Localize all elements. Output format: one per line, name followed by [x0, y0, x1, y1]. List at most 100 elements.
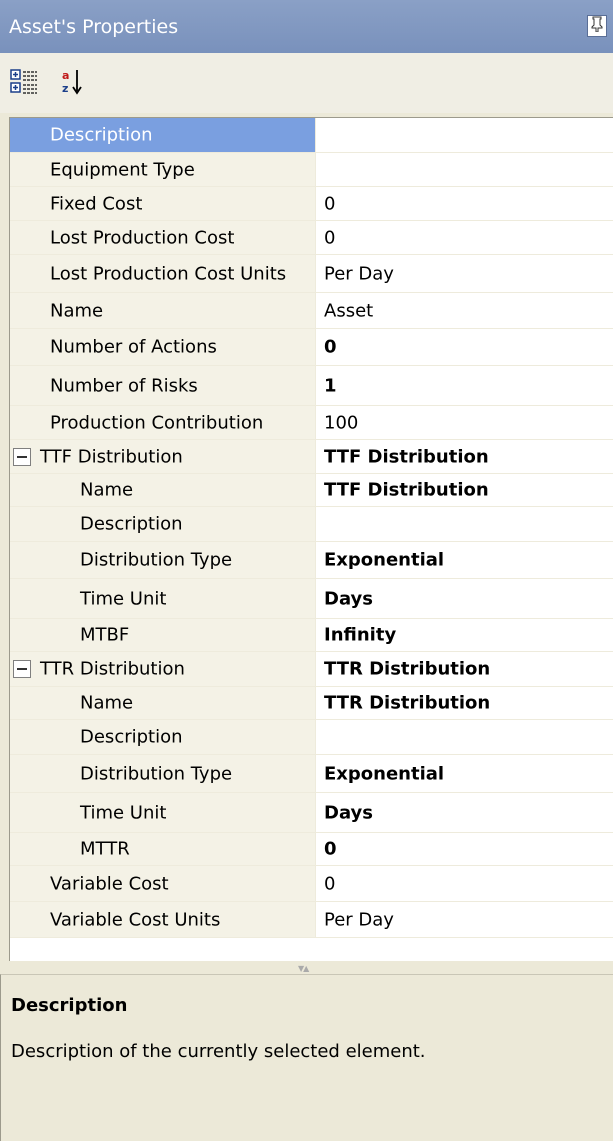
property-row[interactable]: Description — [10, 118, 613, 153]
property-name-cell[interactable]: Description — [10, 720, 316, 754]
property-label: Fixed Cost — [50, 193, 143, 214]
property-name-cell[interactable]: MTBF — [10, 619, 316, 651]
categorized-view-button[interactable] — [9, 66, 39, 98]
property-row[interactable]: MTBF Infinity — [10, 619, 613, 652]
property-row[interactable]: Equipment Type — [10, 153, 613, 187]
property-name-cell[interactable]: Lost Production Cost Units — [10, 255, 316, 292]
property-value-cell[interactable] — [316, 507, 613, 541]
property-value: Per Day — [324, 263, 394, 284]
property-value-cell[interactable]: Exponential — [316, 755, 613, 792]
property-row[interactable]: Production Contribution 100 — [10, 406, 613, 440]
property-label: Description — [80, 726, 183, 748]
description-panel: Description Description of the currently… — [0, 974, 613, 1141]
property-value: Asset — [324, 300, 374, 321]
property-label: Lost Production Cost — [50, 227, 235, 248]
property-row[interactable]: Distribution Type Exponential — [10, 542, 613, 579]
property-value-cell[interactable]: Exponential — [316, 542, 613, 578]
property-name-cell[interactable]: MTTR — [10, 833, 316, 865]
property-name-cell[interactable]: Variable Cost Units — [10, 902, 316, 937]
property-name-cell[interactable]: Name — [10, 687, 316, 719]
property-value-cell[interactable] — [316, 720, 613, 754]
property-row[interactable]: MTTR 0 — [10, 833, 613, 866]
splitter-grip-icon: ▼▲ — [298, 964, 309, 973]
property-row[interactable]: TTF Distribution TTF Distribution — [10, 440, 613, 474]
property-value-cell[interactable]: 1 — [316, 366, 613, 405]
property-row[interactable]: Lost Production Cost 0 — [10, 221, 613, 255]
collapse-icon[interactable] — [13, 447, 31, 466]
property-value-cell[interactable]: 0 — [316, 833, 613, 865]
property-label: MTTR — [80, 838, 130, 860]
property-row[interactable]: Time Unit Days — [10, 793, 613, 833]
property-toolbar: a z — [0, 53, 613, 113]
property-value: 0 — [324, 336, 337, 358]
property-label: Name — [50, 300, 104, 321]
description-title: Description — [11, 995, 128, 1016]
property-row[interactable]: Variable Cost Units Per Day — [10, 902, 613, 938]
property-row[interactable]: Time Unit Days — [10, 579, 613, 619]
property-row[interactable]: Description — [10, 720, 613, 755]
property-row[interactable]: Distribution Type Exponential — [10, 755, 613, 793]
property-name-cell[interactable]: Number of Actions — [10, 329, 316, 365]
property-value: 0 — [324, 227, 336, 248]
property-value-cell[interactable] — [316, 118, 613, 152]
property-name-cell[interactable]: Variable Cost — [10, 866, 316, 901]
property-row[interactable]: Number of Risks 1 — [10, 366, 613, 406]
property-row[interactable]: Description — [10, 507, 613, 542]
property-name-cell[interactable]: Name — [10, 293, 316, 328]
property-name-cell[interactable]: TTR Distribution — [10, 652, 316, 686]
property-value-cell[interactable] — [316, 153, 613, 186]
panel-splitter[interactable]: ▼▲ — [0, 961, 613, 974]
property-value: Days — [324, 588, 373, 609]
property-value-cell[interactable]: 0 — [316, 329, 613, 365]
svg-text:z: z — [62, 82, 68, 95]
property-row[interactable]: Fixed Cost 0 — [10, 187, 613, 221]
property-label: Variable Cost Units — [50, 909, 221, 930]
property-label: TTR Distribution — [40, 658, 185, 680]
property-value: 100 — [324, 412, 359, 433]
alphabetical-sort-button[interactable]: a z — [60, 66, 90, 98]
property-name-cell[interactable]: Distribution Type — [10, 542, 316, 578]
property-name-cell[interactable]: Description — [10, 118, 316, 152]
property-value: TTR Distribution — [324, 692, 491, 714]
property-name-cell[interactable]: Equipment Type — [10, 153, 316, 186]
property-value-cell[interactable]: TTR Distribution — [316, 687, 613, 719]
property-name-cell[interactable]: TTF Distribution — [10, 440, 316, 473]
property-value-cell[interactable]: Days — [316, 793, 613, 832]
property-value: Days — [324, 802, 373, 823]
collapse-icon[interactable] — [13, 660, 31, 678]
property-value-cell[interactable]: TTF Distribution — [316, 440, 613, 473]
property-label: Equipment Type — [50, 159, 195, 180]
property-label: Distribution Type — [80, 763, 233, 784]
property-row[interactable]: TTR Distribution TTR Distribution — [10, 652, 613, 687]
property-value-cell[interactable]: Per Day — [316, 255, 613, 292]
property-row[interactable]: Name TTR Distribution — [10, 687, 613, 720]
property-row[interactable]: Variable Cost 0 — [10, 866, 613, 902]
property-name-cell[interactable]: Distribution Type — [10, 755, 316, 792]
property-value-cell[interactable]: Infinity — [316, 619, 613, 651]
property-name-cell[interactable]: Production Contribution — [10, 406, 316, 439]
property-value: TTF Distribution — [324, 446, 489, 467]
property-name-cell[interactable]: Number of Risks — [10, 366, 316, 405]
property-value-cell[interactable]: Per Day — [316, 902, 613, 937]
property-value-cell[interactable]: Days — [316, 579, 613, 618]
property-row[interactable]: Number of Actions 0 — [10, 329, 613, 366]
property-row[interactable]: Lost Production Cost Units Per Day — [10, 255, 613, 293]
property-label: Distribution Type — [80, 549, 233, 571]
property-name-cell[interactable]: Description — [10, 507, 316, 541]
pin-icon[interactable] — [587, 15, 607, 37]
property-value-cell[interactable]: 0 — [316, 221, 613, 254]
property-name-cell[interactable]: Name — [10, 474, 316, 506]
property-value-cell[interactable]: Asset — [316, 293, 613, 328]
property-value: TTR Distribution — [324, 658, 491, 680]
property-name-cell[interactable]: Time Unit — [10, 793, 316, 832]
property-row[interactable]: Name TTF Distribution — [10, 474, 613, 507]
property-value-cell[interactable]: TTF Distribution — [316, 474, 613, 506]
property-row[interactable]: Name Asset — [10, 293, 613, 329]
property-name-cell[interactable]: Fixed Cost — [10, 187, 316, 220]
property-value-cell[interactable]: 0 — [316, 187, 613, 220]
property-value-cell[interactable]: TTR Distribution — [316, 652, 613, 686]
property-name-cell[interactable]: Time Unit — [10, 579, 316, 618]
property-value-cell[interactable]: 100 — [316, 406, 613, 439]
property-name-cell[interactable]: Lost Production Cost — [10, 221, 316, 254]
property-value-cell[interactable]: 0 — [316, 866, 613, 901]
